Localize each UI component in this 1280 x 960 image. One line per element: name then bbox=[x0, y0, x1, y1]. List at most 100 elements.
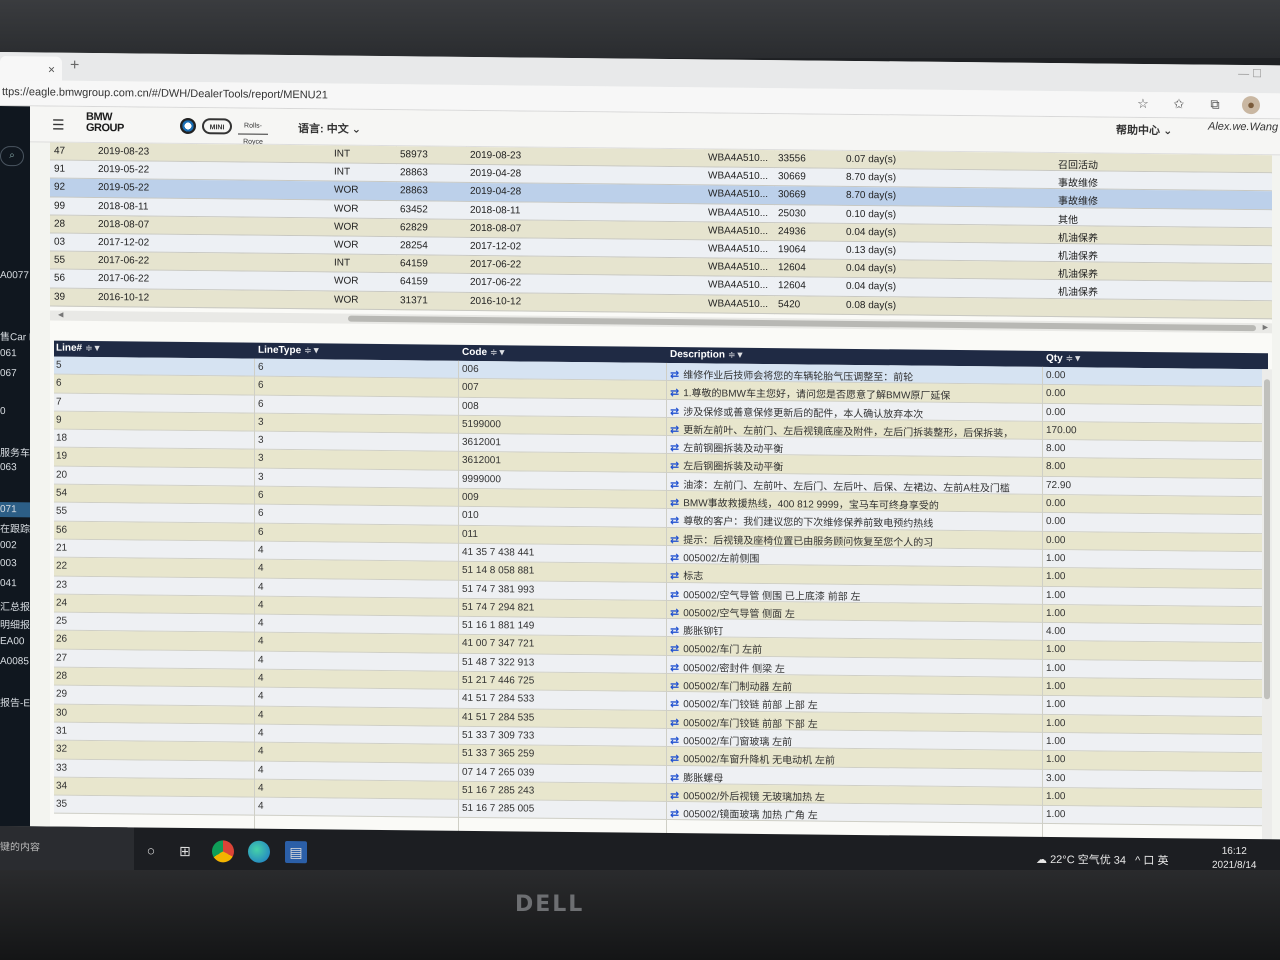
swap-icon[interactable]: ⇄ bbox=[670, 570, 679, 582]
tray-icons[interactable]: ^ 口 英 bbox=[1135, 855, 1168, 867]
sidebar-item[interactable]: A0077 bbox=[0, 270, 29, 281]
table-cell[interactable]: ⇄ 005002/车门 左前 bbox=[670, 640, 762, 656]
table-cell[interactable]: ⇄ 膨胀螺母 bbox=[670, 769, 723, 785]
swap-icon[interactable]: ⇄ bbox=[670, 369, 679, 381]
line-number-header[interactable]: Line# ≑▼ bbox=[56, 343, 102, 354]
sidebar-item[interactable]: 报告-E bbox=[0, 694, 30, 709]
help-center-link[interactable]: 帮助中心 ⌄ bbox=[1116, 122, 1172, 139]
table-cell: 33 bbox=[56, 762, 68, 774]
line-type-header[interactable]: LineType ≑▼ bbox=[258, 345, 321, 357]
sidebar-item[interactable]: 明细报 bbox=[0, 616, 30, 631]
sort-filter-icon[interactable]: ≑▼ bbox=[728, 350, 744, 360]
swap-icon[interactable]: ⇄ bbox=[670, 735, 679, 747]
swap-icon[interactable]: ⇄ bbox=[670, 790, 679, 802]
sidebar-item[interactable]: 售Car F bbox=[0, 328, 30, 343]
table-cell[interactable]: ⇄ 005002/镜面玻璃 加热 广角 左 bbox=[670, 805, 818, 822]
swap-icon[interactable]: ⇄ bbox=[670, 607, 679, 619]
collections-icon[interactable]: ⧉ bbox=[1206, 96, 1224, 114]
table-cell[interactable]: ⇄ 005002/外后视镜 无玻璃加热 左 bbox=[670, 787, 825, 804]
swap-icon[interactable]: ⇄ bbox=[670, 662, 679, 674]
file-explorer-icon[interactable]: ▤ bbox=[285, 840, 307, 864]
swap-icon[interactable]: ⇄ bbox=[670, 387, 679, 399]
menu-icon[interactable]: ☰ bbox=[52, 117, 65, 134]
code-header[interactable]: Code ≑▼ bbox=[462, 347, 506, 358]
table-cell[interactable]: ⇄ 膨胀铆钉 bbox=[670, 622, 723, 638]
swap-icon[interactable]: ⇄ bbox=[670, 680, 679, 692]
table-cell[interactable]: ⇄ 标志 bbox=[670, 567, 703, 582]
swap-icon[interactable]: ⇄ bbox=[670, 534, 679, 546]
favorites-icon[interactable]: ✩ bbox=[1170, 95, 1188, 113]
edge-icon[interactable] bbox=[248, 840, 270, 863]
swap-icon[interactable]: ⇄ bbox=[670, 442, 679, 454]
sidebar-item[interactable]: 003 bbox=[0, 558, 17, 569]
system-tray[interactable]: ☁ 22°C 空气优 34 ^ 口 英 bbox=[1036, 851, 1168, 868]
user-name[interactable]: Alex.we.Wang bbox=[1208, 121, 1278, 134]
sidebar-item[interactable]: 002 bbox=[0, 540, 17, 551]
sort-filter-icon[interactable]: ≑▼ bbox=[1066, 353, 1082, 363]
table-cell[interactable]: ⇄ 005002/空气导管 侧围 已上底漆 前部 左 bbox=[670, 586, 860, 603]
sidebar-item[interactable]: 063 bbox=[0, 462, 17, 473]
table-cell[interactable]: ⇄ 005002/车窗升降机 无电动机 左前 bbox=[670, 750, 835, 767]
swap-icon[interactable]: ⇄ bbox=[670, 753, 679, 765]
swap-icon[interactable]: ⇄ bbox=[670, 406, 679, 418]
browser-tab[interactable]: × bbox=[0, 56, 62, 81]
description-header[interactable]: Description ≑▼ bbox=[670, 349, 744, 361]
cortana-icon[interactable]: ○ bbox=[140, 839, 162, 861]
sidebar-item[interactable]: 041 bbox=[0, 578, 17, 589]
sidebar-item[interactable]: 服务车 bbox=[0, 444, 30, 459]
swap-icon[interactable]: ⇄ bbox=[670, 808, 679, 820]
task-view-icon[interactable]: ⊞ bbox=[174, 840, 196, 862]
table-cell[interactable]: ⇄ 005002/车门铰链 前部 上部 左 bbox=[670, 695, 818, 712]
window-controls[interactable]: — ☐ bbox=[1238, 67, 1262, 80]
vertical-scrollbar[interactable] bbox=[1262, 369, 1272, 844]
table-cell[interactable]: ⇄ 005002/车门铰链 前部 下部 左 bbox=[670, 714, 818, 731]
taskbar-search[interactable]: 键的内容 bbox=[0, 826, 134, 876]
swap-icon[interactable]: ⇄ bbox=[670, 461, 679, 473]
sidebar-item[interactable]: 071 bbox=[0, 502, 30, 518]
swap-icon[interactable]: ⇄ bbox=[670, 643, 679, 655]
scroll-left-icon[interactable]: ◀ bbox=[58, 311, 63, 319]
swap-icon[interactable]: ⇄ bbox=[670, 479, 679, 491]
swap-icon[interactable]: ⇄ bbox=[670, 589, 679, 601]
table-cell[interactable]: ⇄ 005002/空气导管 侧面 左 bbox=[670, 604, 795, 620]
qty-header[interactable]: Qty ≑▼ bbox=[1046, 353, 1082, 364]
weather-text[interactable]: 22°C 空气优 34 bbox=[1050, 854, 1126, 867]
clock[interactable]: 16:12 2021/8/14 bbox=[1212, 845, 1257, 873]
table-cell[interactable]: ⇄ 005002/左前侧围 bbox=[670, 549, 759, 565]
chrome-icon[interactable] bbox=[212, 840, 234, 863]
sort-filter-icon[interactable]: ≑▼ bbox=[304, 345, 320, 355]
table-cell[interactable]: ⇄ 005002/车门制动器 左前 bbox=[670, 677, 792, 693]
swap-icon[interactable]: ⇄ bbox=[670, 772, 679, 784]
swap-icon[interactable]: ⇄ bbox=[670, 552, 679, 564]
table-cell[interactable]: ⇄ 左后钢圈拆装及动平衡 bbox=[670, 458, 783, 474]
scroll-right-icon[interactable]: ▶ bbox=[1263, 323, 1268, 331]
swap-icon[interactable]: ⇄ bbox=[670, 717, 679, 729]
close-tab-icon[interactable]: × bbox=[48, 63, 55, 77]
sidebar-item[interactable]: EA00 bbox=[0, 636, 24, 647]
table-cell[interactable]: ⇄ 005002/车门窗玻璃 左前 bbox=[670, 732, 792, 748]
swap-icon[interactable]: ⇄ bbox=[670, 515, 679, 527]
sidebar-item[interactable]: 在跟踪 bbox=[0, 520, 30, 535]
swap-icon[interactable]: ⇄ bbox=[670, 497, 679, 509]
sort-filter-icon[interactable]: ≑▼ bbox=[85, 343, 101, 353]
profile-avatar-icon[interactable]: ● bbox=[1242, 96, 1260, 115]
table-cell[interactable]: ⇄ 左前钢圈拆装及动平衡 bbox=[670, 439, 783, 455]
swap-icon[interactable]: ⇄ bbox=[670, 625, 679, 637]
search-icon[interactable]: ⌕ bbox=[0, 146, 24, 167]
sidebar-item[interactable]: 汇总报 bbox=[0, 598, 30, 613]
table-cell: 2017-06-22 bbox=[98, 255, 150, 267]
new-tab-button[interactable]: + bbox=[70, 57, 79, 75]
table-cell[interactable]: ⇄ 005002/密封件 侧梁 左 bbox=[670, 659, 785, 675]
language-selector[interactable]: 语言: 中文 ⌄ bbox=[298, 120, 361, 137]
sidebar-item[interactable]: 061 bbox=[0, 348, 17, 359]
sidebar-item[interactable]: 0 bbox=[0, 406, 6, 417]
url-text[interactable]: ttps://eagle.bmwgroup.com.cn/#/DWH/Deale… bbox=[2, 86, 328, 101]
sort-filter-icon[interactable]: ≑▼ bbox=[490, 347, 506, 357]
swap-icon[interactable]: ⇄ bbox=[670, 424, 679, 436]
favorite-add-icon[interactable]: ☆ bbox=[1134, 95, 1152, 113]
swap-icon[interactable]: ⇄ bbox=[670, 698, 679, 710]
scrollbar-thumb[interactable] bbox=[348, 315, 1256, 332]
scrollbar-thumb[interactable] bbox=[1264, 379, 1270, 700]
sidebar-item[interactable]: 067 bbox=[0, 368, 17, 379]
sidebar-item[interactable]: A0085 bbox=[0, 656, 29, 667]
